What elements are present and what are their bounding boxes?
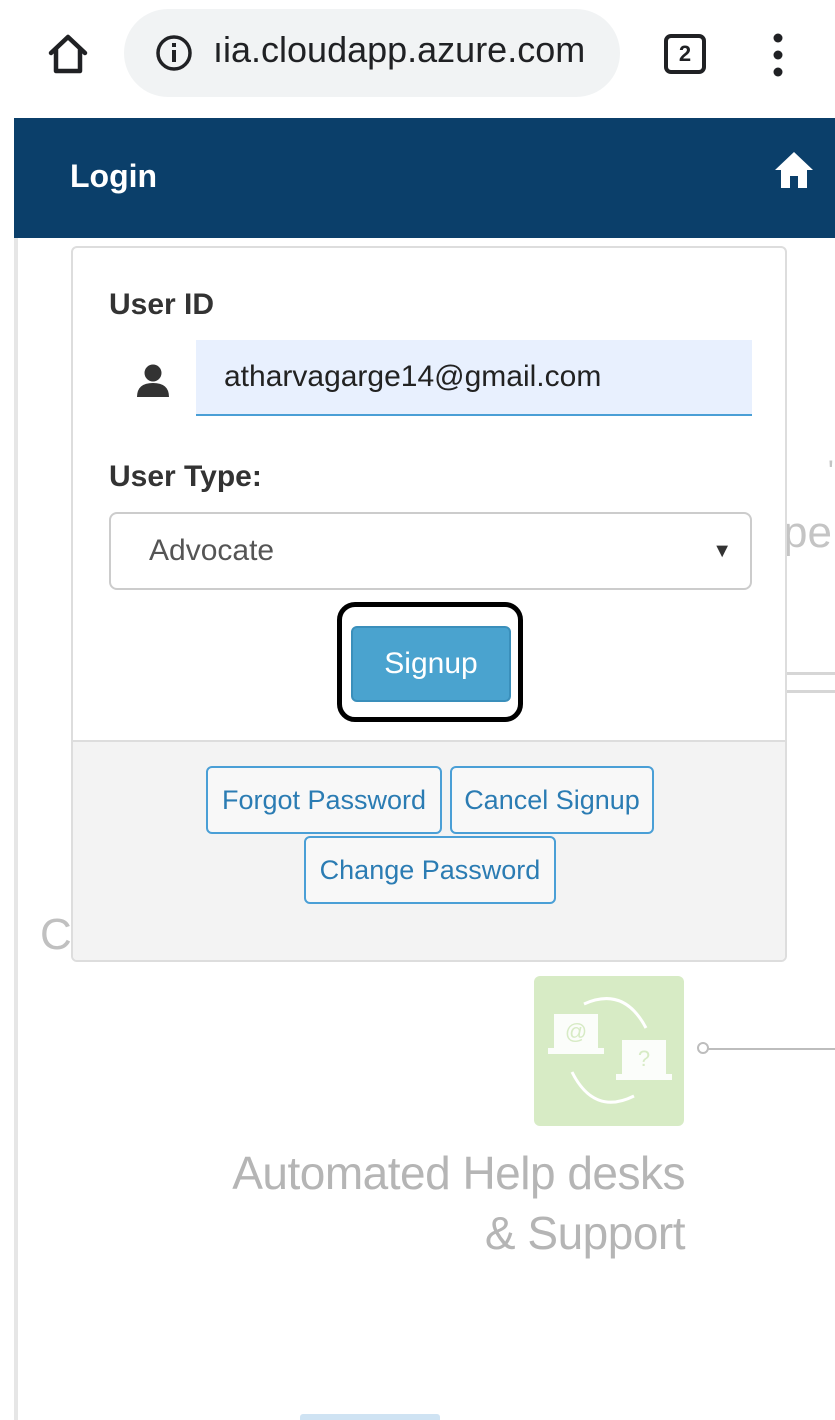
- background-fragment-mark: ': [828, 455, 834, 488]
- page-title: Login: [70, 158, 158, 194]
- address-bar[interactable]: ıia.cloudapp.azure.com: [124, 9, 620, 97]
- url-text: ıia.cloudapp.azure.com: [213, 29, 586, 70]
- top-navbar: Login: [14, 118, 835, 238]
- background-button-stub: [300, 1414, 440, 1420]
- tabs-button[interactable]: 2: [664, 34, 706, 74]
- feature-connector-dot: [697, 1042, 709, 1054]
- login-panel: User ID User Type: Advocate ▼ Signup For…: [71, 246, 787, 962]
- svg-text:?: ?: [638, 1046, 650, 1071]
- user-id-label: User ID: [109, 288, 215, 321]
- chevron-down-icon: ▼: [712, 540, 732, 562]
- tab-count: 2: [678, 41, 692, 66]
- change-password-button[interactable]: Change Password: [304, 836, 556, 904]
- panel-footer: Forgot Password Cancel Signup Change Pas…: [73, 740, 785, 960]
- user-icon: [137, 364, 169, 397]
- background-fragment-right: pe: [783, 508, 832, 557]
- cancel-signup-button[interactable]: Cancel Signup: [450, 766, 654, 834]
- svg-text:@: @: [565, 1019, 587, 1044]
- feature-caption-line2: & Support: [484, 1207, 686, 1259]
- browser-home-button[interactable]: [38, 24, 98, 84]
- feature-caption-line1: Automated Help desks: [232, 1147, 685, 1199]
- home-icon: [48, 34, 88, 74]
- user-type-selected: Advocate: [149, 534, 275, 567]
- helpdesk-feature-icon: @ ?: [534, 976, 684, 1126]
- background-divider: [786, 672, 835, 675]
- helpdesk-support-icon: @ ?: [548, 997, 672, 1104]
- background-fragment-left: C: [40, 910, 72, 959]
- background-divider: [786, 690, 835, 693]
- more-menu-icon[interactable]: [760, 30, 796, 80]
- signup-button[interactable]: Signup: [351, 626, 511, 702]
- user-id-input[interactable]: [196, 340, 752, 416]
- home-icon[interactable]: [772, 148, 816, 192]
- feature-caption: Automated Help desks & Support: [232, 1143, 685, 1263]
- forgot-password-button[interactable]: Forgot Password: [206, 766, 442, 834]
- info-icon[interactable]: [154, 33, 194, 73]
- browser-toolbar: ıia.cloudapp.azure.com 2: [0, 0, 835, 118]
- user-type-select[interactable]: Advocate ▼: [109, 512, 752, 590]
- user-type-label: User Type:: [109, 460, 262, 493]
- feature-connector-line: [700, 1048, 835, 1050]
- signup-button-label: Signup: [384, 647, 478, 680]
